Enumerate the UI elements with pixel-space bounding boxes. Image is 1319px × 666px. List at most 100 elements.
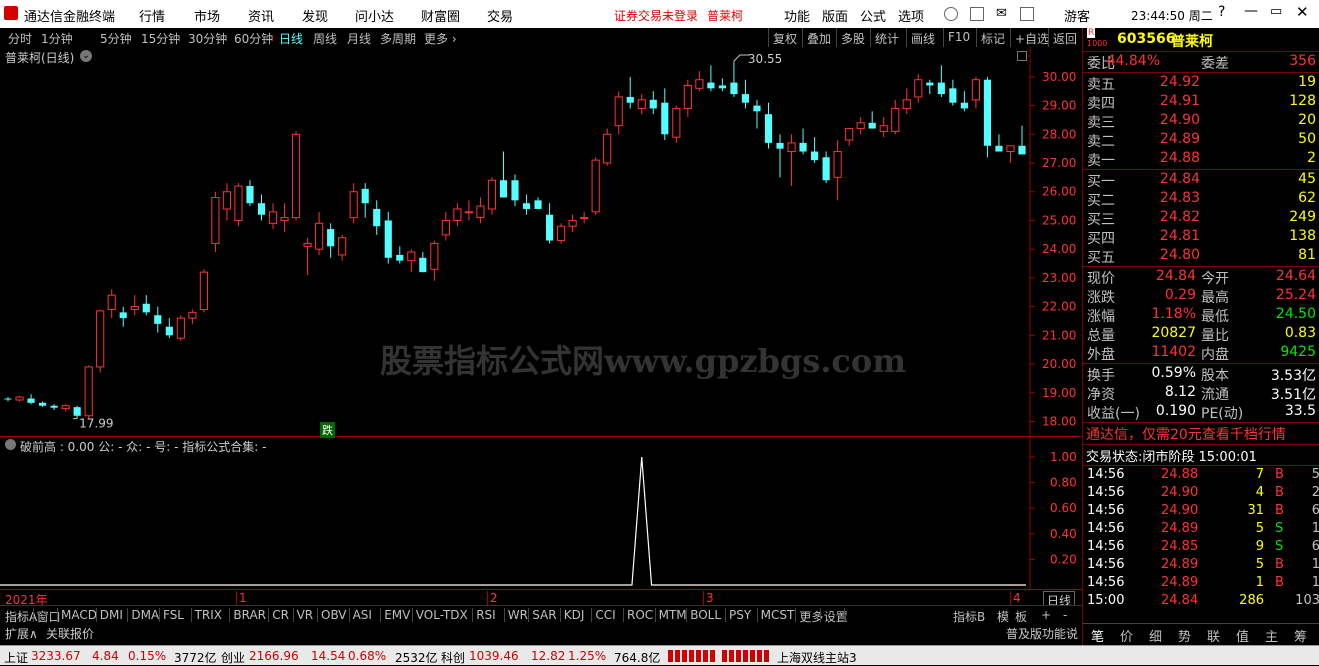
btn-fanhui[interactable]: 返回 xyxy=(1048,28,1081,47)
btn-huaxian[interactable]: 画线 xyxy=(906,28,939,47)
btn-diejia[interactable]: 叠加 xyxy=(802,28,835,47)
ind-tab-right-3[interactable]: + xyxy=(1041,608,1051,622)
ask-row-4[interactable]: 卖一 24.88 2 xyxy=(1083,150,1319,169)
period-60min[interactable]: 60分钟 xyxy=(234,30,273,47)
menu-faxian[interactable]: 发现 xyxy=(302,6,328,25)
ask-row-0[interactable]: 卖五 24.92 19 xyxy=(1083,74,1319,93)
ad-banner[interactable]: 通达信，仅需20元查看千档行情 xyxy=(1086,424,1286,444)
ind-tab-12[interactable]: EMV xyxy=(384,608,410,622)
login-notice[interactable]: 证券交易未登录 xyxy=(614,7,698,24)
ind-tab-15[interactable]: WR xyxy=(508,608,528,622)
ask-row-2[interactable]: 卖三 24.90 20 xyxy=(1083,112,1319,131)
ind-tab-18[interactable]: CCI xyxy=(595,608,615,622)
stat-row-4[interactable]: 外盘 11402 内盘 9425 xyxy=(1083,344,1319,363)
ind-tab-20[interactable]: MTM xyxy=(659,608,687,622)
chart-maximize-icon[interactable] xyxy=(1017,51,1027,61)
menu-caifuquan[interactable]: 财富圈 xyxy=(421,6,460,25)
help-icon[interactable]: ? xyxy=(1218,4,1225,20)
period-fenshi[interactable]: 分时 xyxy=(8,30,32,47)
screen-icon[interactable] xyxy=(970,7,984,21)
bottom-tab-0[interactable]: 笔 xyxy=(1091,626,1104,645)
menu-gongshi[interactable]: 公式 xyxy=(860,6,886,25)
ind-tab-21[interactable]: BOLL xyxy=(690,608,721,622)
period-more[interactable]: 更多 › xyxy=(424,30,457,47)
ind-tab-8[interactable]: CR xyxy=(272,608,289,622)
period-monthly[interactable]: 月线 xyxy=(347,30,371,47)
related-quote-button[interactable]: 关联报价 xyxy=(46,625,94,642)
ind-tab-23[interactable]: MCST xyxy=(761,608,795,622)
ind-tab-22[interactable]: PSY xyxy=(729,608,751,622)
btn-f10[interactable]: F10 xyxy=(943,28,974,47)
bottom-tab-1[interactable]: 价 xyxy=(1120,626,1133,645)
btn-tongji[interactable]: 统计 xyxy=(870,28,903,47)
bid-row-2[interactable]: 买三 24.82 249 xyxy=(1083,209,1319,228)
message-icon[interactable]: ✉ xyxy=(996,6,1007,21)
menu-hangqing[interactable]: 行情 xyxy=(139,6,165,25)
period-5min[interactable]: 5分钟 xyxy=(100,30,132,47)
period-multi[interactable]: 多周期 xyxy=(380,30,416,47)
close-icon[interactable]: ✕ xyxy=(1296,3,1309,21)
fund-row-1[interactable]: 净资 8.12 流通 3.51亿 xyxy=(1083,384,1319,403)
period-weekly[interactable]: 周线 xyxy=(313,30,337,47)
indicator-chart[interactable]: 1.00 0.80 0.60 0.40 0.20 xyxy=(0,437,1082,589)
fund-row-2[interactable]: 收益(一) 0.190 PE(动) 33.5 xyxy=(1083,403,1319,422)
period-15min[interactable]: 15分钟 xyxy=(141,30,180,47)
user-icon[interactable] xyxy=(944,7,958,21)
bid-row-4[interactable]: 买五 24.80 81 xyxy=(1083,247,1319,266)
bottom-tab-6[interactable]: 主 xyxy=(1265,626,1278,645)
ind-tab-3[interactable]: DMI xyxy=(100,608,123,622)
menu-shichang[interactable]: 市场 xyxy=(194,6,220,25)
kline-chart[interactable]: 30.00 29.00 28.00 27.00 26.00 25.00 24.00 23.00… xyxy=(0,47,1082,437)
period-daily[interactable]: 日线 xyxy=(279,30,303,47)
sh-name[interactable]: 上证 xyxy=(4,649,28,666)
ind-tab-9[interactable]: VR xyxy=(297,608,314,622)
indicator-pane[interactable]: 1.00 0.80 0.60 0.40 0.20 破前高 : 0.00 公: - 众: … xyxy=(0,437,1082,589)
ind-tab-4[interactable]: DMA xyxy=(131,608,159,622)
ind-tab-5[interactable]: FSL xyxy=(163,608,184,622)
expand-button[interactable]: 扩展∧ xyxy=(5,625,38,642)
ind-tab-16[interactable]: SAR xyxy=(532,608,556,622)
ind-tab-right-0[interactable]: 指标B xyxy=(953,608,985,625)
minimize-icon[interactable]: — xyxy=(1244,3,1258,19)
kc-name[interactable]: 科创 xyxy=(441,649,465,666)
bottom-tab-7[interactable]: 筹 xyxy=(1294,626,1307,645)
ind-tab-2[interactable]: MACD xyxy=(61,608,97,622)
ind-tab-6[interactable]: TRIX xyxy=(195,608,222,622)
bottom-tab-4[interactable]: 联 xyxy=(1207,626,1220,645)
menu-gongneng[interactable]: 功能 xyxy=(784,6,810,25)
ind-tab-right-2[interactable]: 板 xyxy=(1015,608,1027,625)
cy-name[interactable]: 创业 xyxy=(221,649,245,666)
webi-row[interactable]: 委比 44.84% 委差 356 xyxy=(1083,53,1319,72)
stat-row-2[interactable]: 涨幅 1.18% 最低 24.50 xyxy=(1083,306,1319,325)
ind-tab-13[interactable]: VOL-TDX xyxy=(416,608,468,622)
ind-tab-11[interactable]: ASI xyxy=(353,608,372,622)
ind-tab-10[interactable]: OBV xyxy=(321,608,347,622)
ind-tab-right-1[interactable]: 模 xyxy=(997,608,1009,625)
kline-chart-pane[interactable]: 30.00 29.00 28.00 27.00 26.00 25.00 24.00 23.00… xyxy=(0,47,1082,438)
stat-row-1[interactable]: 涨跌 0.29 最高 25.24 xyxy=(1083,287,1319,306)
ind-tab-14[interactable]: RSI xyxy=(476,608,496,622)
btn-biaoji[interactable]: 标记 xyxy=(976,28,1009,47)
guest-label[interactable]: 游客 xyxy=(1064,6,1090,25)
menu-wenxiaoda[interactable]: 问小达 xyxy=(355,6,394,25)
btn-fuquan[interactable]: 复权 xyxy=(768,28,801,47)
ind-tab-19[interactable]: ROC xyxy=(627,608,653,622)
server-name[interactable]: 上海双线主站3 xyxy=(777,649,857,666)
menu-zixun[interactable]: 资讯 xyxy=(248,6,274,25)
menu-xuanxiang[interactable]: 选项 xyxy=(898,6,924,25)
btn-zixuan[interactable]: +自选 xyxy=(1010,28,1053,47)
menu-jiaoyi[interactable]: 交易 xyxy=(487,6,513,25)
chart-dropdown-icon[interactable]: ⌄ xyxy=(80,50,92,62)
stat-row-0[interactable]: 现价 24.84 今开 24.64 xyxy=(1083,268,1319,287)
bid-row-1[interactable]: 买二 24.83 62 xyxy=(1083,190,1319,209)
ind-tab-7[interactable]: BRAR xyxy=(233,608,266,622)
bid-row-3[interactable]: 买四 24.81 138 xyxy=(1083,228,1319,247)
bottom-tab-2[interactable]: 细 xyxy=(1149,626,1162,645)
btn-duogu[interactable]: 多股 xyxy=(836,28,869,47)
bottom-tab-5[interactable]: 值 xyxy=(1236,626,1249,645)
period-1min[interactable]: 1分钟 xyxy=(41,30,73,47)
ind-dropdown-icon[interactable] xyxy=(5,439,16,450)
bottom-tab-3[interactable]: 势 xyxy=(1178,626,1191,645)
ask-row-3[interactable]: 卖二 24.89 50 xyxy=(1083,131,1319,150)
fund-row-0[interactable]: 换手 0.59% 股本 3.53亿 xyxy=(1083,365,1319,384)
